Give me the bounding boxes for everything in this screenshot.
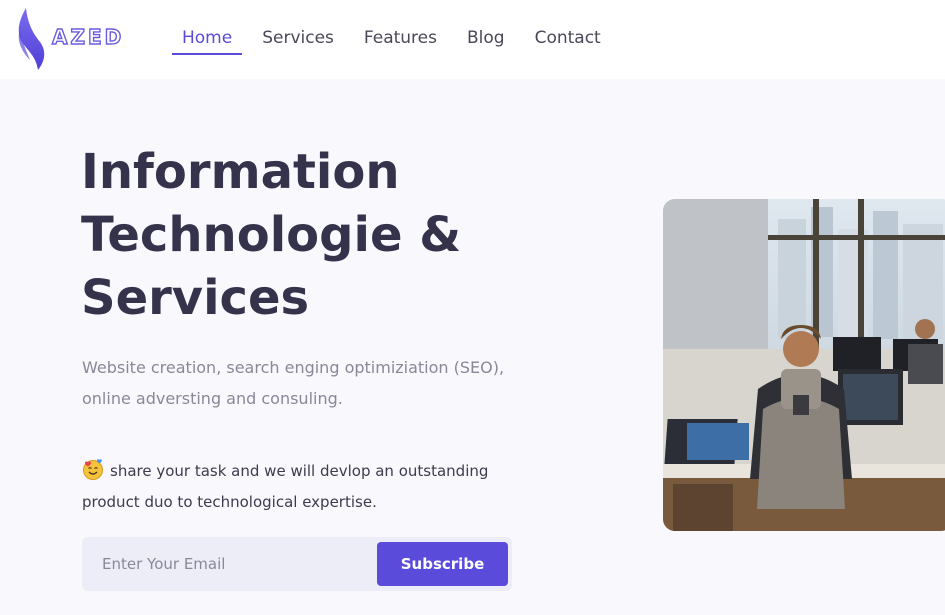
- nav-item-services[interactable]: Services: [252, 0, 344, 79]
- brand-name: AZED: [51, 24, 125, 49]
- hero-title-line-1: Information: [81, 144, 400, 200]
- hero-note: share your task and we will devlop an ou…: [82, 456, 522, 518]
- nav-item-features[interactable]: Features: [354, 0, 447, 79]
- nav-item-home[interactable]: Home: [172, 0, 243, 79]
- nav-item-contact[interactable]: Contact: [525, 0, 611, 79]
- hero-note-text: share your task and we will devlop an ou…: [82, 462, 489, 511]
- nav-item-blog[interactable]: Blog: [457, 0, 515, 79]
- hero-title-line-3: Services: [81, 270, 310, 326]
- top-navbar: AZED Home Services Features Blog Contact: [0, 0, 945, 79]
- email-input[interactable]: [82, 537, 372, 591]
- hero-title-line-2: Technologie &: [81, 207, 462, 263]
- main-nav: Home Services Features Blog Contact: [172, 0, 621, 79]
- brand-logo[interactable]: AZED: [16, 6, 126, 72]
- smiling-face-with-hearts-icon: [83, 459, 103, 480]
- hero-title: Information Technologie & Services: [81, 141, 581, 330]
- office-workers-at-computers-image: [663, 199, 945, 531]
- subscribe-form: Subscribe: [82, 537, 512, 591]
- hero-description: Website creation, search enging optimizi…: [82, 358, 505, 408]
- flame-logo-icon: [18, 8, 45, 70]
- subscribe-button[interactable]: Subscribe: [377, 542, 508, 586]
